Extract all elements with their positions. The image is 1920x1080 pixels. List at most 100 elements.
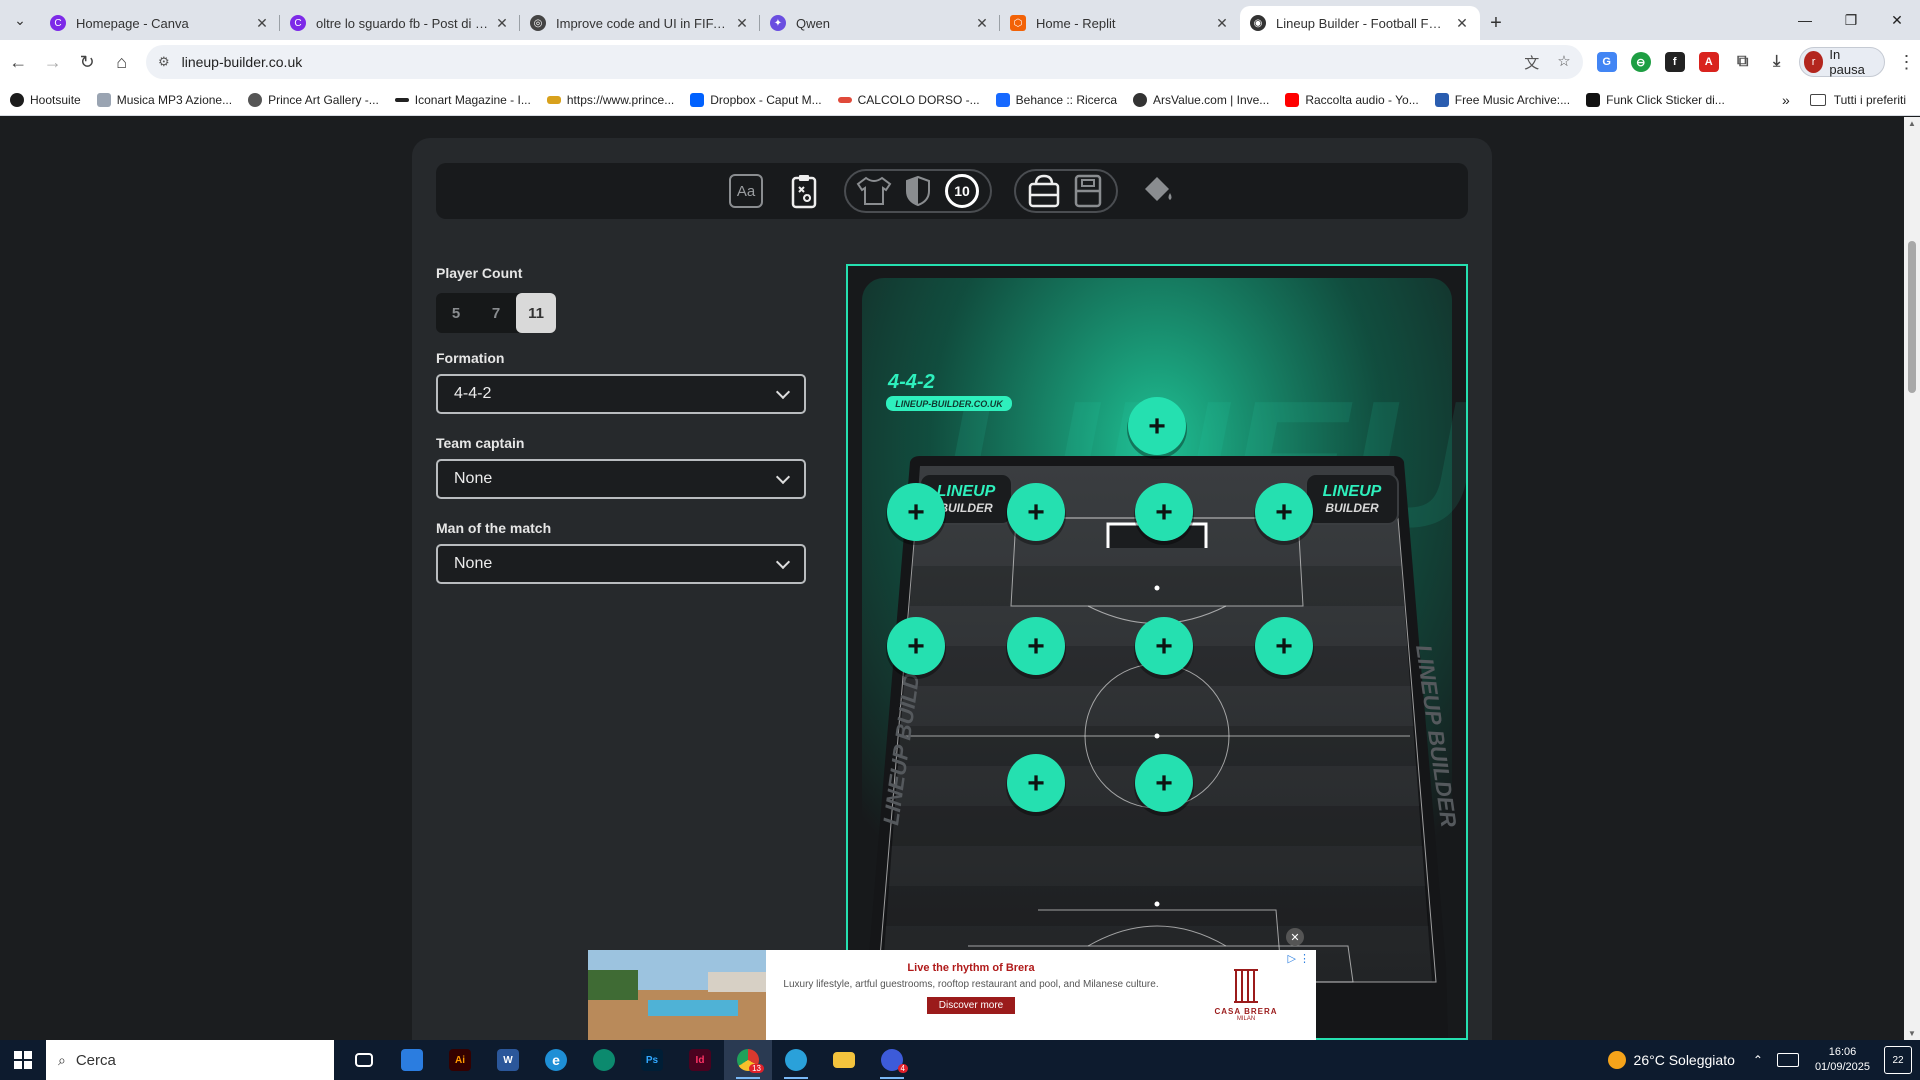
minimize-icon[interactable]: — bbox=[1782, 12, 1828, 28]
explorer-icon[interactable] bbox=[820, 1040, 868, 1080]
bookmark-item[interactable]: CALCOLO DORSO -... bbox=[837, 93, 980, 107]
bookmark-item[interactable]: Dropbox - Caput M... bbox=[690, 92, 822, 107]
taskbar-search[interactable]: ⌕ Cerca bbox=[46, 1040, 334, 1080]
green-extension-icon[interactable]: ⊖ bbox=[1630, 52, 1651, 72]
store-icon[interactable] bbox=[388, 1040, 436, 1080]
bookmark-star-icon[interactable]: ☆ bbox=[1557, 52, 1570, 73]
add-player-slot-4[interactable]: + bbox=[1134, 483, 1194, 545]
tab-improve-code[interactable]: ◎ Improve code and UI in FIFA sty ✕ bbox=[520, 6, 760, 40]
scroll-down-icon[interactable]: ▼ bbox=[1908, 1029, 1916, 1038]
browser-menu-icon[interactable]: ⋮ bbox=[1893, 52, 1920, 73]
text-style-icon[interactable]: Aa bbox=[728, 173, 764, 209]
tab-replit[interactable]: ⬡ Home - Replit ✕ bbox=[1000, 6, 1240, 40]
new-tab-button[interactable]: + bbox=[1480, 6, 1512, 40]
bookmark-item[interactable]: ArsValue.com | Inve... bbox=[1133, 92, 1269, 107]
notifications-icon[interactable]: 22 bbox=[1884, 1046, 1912, 1074]
board-line-2: BUILDER bbox=[939, 501, 993, 515]
ad-close-button[interactable]: ✕ bbox=[1286, 928, 1304, 946]
word-icon[interactable]: W bbox=[484, 1040, 532, 1080]
scroll-up-icon[interactable]: ▲ bbox=[1908, 119, 1916, 128]
tab-canva[interactable]: C Homepage - Canva ✕ bbox=[40, 6, 280, 40]
page-scrollbar[interactable]: ▲ ▼ bbox=[1904, 117, 1920, 1040]
tab-close-icon[interactable]: ✕ bbox=[254, 15, 270, 32]
badge-shield-icon[interactable] bbox=[900, 173, 936, 209]
site-info-icon[interactable]: ⚙ bbox=[158, 54, 170, 70]
bookmark-item[interactable]: Free Music Archive:... bbox=[1434, 92, 1570, 107]
home-icon[interactable]: ⌂ bbox=[105, 44, 137, 80]
bookmark-item[interactable]: Funk Click Sticker di... bbox=[1586, 92, 1725, 107]
add-player-slot-10[interactable]: + bbox=[1006, 754, 1066, 816]
add-player-slot-11[interactable]: + bbox=[1134, 754, 1194, 816]
puzzle-extensions-icon[interactable]: ⧉ bbox=[1732, 52, 1753, 72]
profile-button[interactable]: r In pausa bbox=[1798, 47, 1885, 77]
ad-discover-button[interactable]: Discover more bbox=[926, 997, 1016, 1014]
edge-icon[interactable] bbox=[580, 1040, 628, 1080]
photoshop-icon[interactable]: Ps bbox=[628, 1040, 676, 1080]
illustrator-icon[interactable]: Ai bbox=[436, 1040, 484, 1080]
tactics-board-icon[interactable] bbox=[786, 173, 822, 209]
bookmark-item[interactable]: https://www.prince... bbox=[546, 93, 674, 107]
adchoices-icon[interactable]: ▷ ⋮ bbox=[1287, 952, 1310, 965]
tab-search-icon[interactable]: ⌄ bbox=[0, 0, 40, 40]
outfield-kit-icon[interactable] bbox=[1070, 173, 1106, 209]
tab-close-icon[interactable]: ✕ bbox=[1454, 15, 1470, 32]
bookmark-item[interactable]: Iconart Magazine - I... bbox=[394, 93, 531, 107]
add-player-slot-1[interactable]: + bbox=[1127, 397, 1187, 459]
bookmark-item[interactable]: Hootsuite bbox=[10, 92, 81, 107]
bookmark-item[interactable]: Prince Art Gallery -... bbox=[248, 92, 379, 107]
bookmarks-overflow-icon[interactable]: » bbox=[1782, 92, 1790, 108]
player-count-5-button[interactable]: 5 bbox=[436, 293, 476, 333]
ie-icon[interactable]: e bbox=[532, 1040, 580, 1080]
translate-icon[interactable]: 文 bbox=[1524, 52, 1539, 73]
add-player-slot-2[interactable]: + bbox=[886, 483, 946, 545]
motm-select[interactable]: None bbox=[436, 544, 806, 584]
font-extension-icon[interactable]: f bbox=[1664, 52, 1685, 72]
close-window-icon[interactable]: ✕ bbox=[1874, 12, 1920, 29]
forward-icon[interactable]: → bbox=[36, 44, 68, 80]
tab-close-icon[interactable]: ✕ bbox=[1214, 15, 1230, 32]
tab-facebook-post[interactable]: C oltre lo sguardo fb - Post di Fac ✕ bbox=[280, 6, 520, 40]
restore-icon[interactable]: ❐ bbox=[1828, 12, 1874, 29]
tab-lineup-builder[interactable]: ◉ Lineup Builder - Football Forma ✕ bbox=[1240, 6, 1480, 40]
player-count-11-button[interactable]: 11 bbox=[516, 293, 556, 333]
back-icon[interactable]: ← bbox=[2, 44, 34, 80]
indesign-icon[interactable]: Id bbox=[676, 1040, 724, 1080]
tab-close-icon[interactable]: ✕ bbox=[494, 15, 510, 32]
download-icon[interactable]: ⤓ bbox=[1766, 52, 1787, 72]
bookmark-item[interactable]: Musica MP3 Azione... bbox=[96, 92, 232, 107]
tab-close-icon[interactable]: ✕ bbox=[974, 15, 990, 32]
tray-overflow-icon[interactable]: ⌃ bbox=[1753, 1053, 1763, 1067]
add-player-slot-9[interactable]: + bbox=[1254, 617, 1314, 679]
tab-qwen[interactable]: ✦ Qwen ✕ bbox=[760, 6, 1000, 40]
goalkeeper-kit-icon[interactable] bbox=[1026, 173, 1062, 209]
pdf-extension-icon[interactable]: A bbox=[1698, 52, 1719, 72]
add-player-slot-3[interactable]: + bbox=[1006, 483, 1066, 545]
reload-icon[interactable]: ↻ bbox=[71, 44, 103, 80]
team-captain-select[interactable]: None bbox=[436, 459, 806, 499]
address-bar[interactable]: ⚙ lineup-builder.co.uk 文 ☆ bbox=[145, 45, 1583, 79]
add-player-slot-8[interactable]: + bbox=[1134, 617, 1194, 679]
google-translate-extension-icon[interactable]: G bbox=[1596, 52, 1617, 72]
bookmark-item[interactable]: Behance :: Ricerca bbox=[995, 92, 1117, 107]
weather-text[interactable]: 26°C Soleggiato bbox=[1634, 1052, 1735, 1068]
paint-bucket-icon[interactable] bbox=[1140, 173, 1176, 209]
player-count-7-button[interactable]: 7 bbox=[476, 293, 516, 333]
number-ten-icon[interactable]: 10 bbox=[944, 173, 980, 209]
scrollbar-thumb[interactable] bbox=[1908, 241, 1916, 393]
taskbar-clock[interactable]: 16:06 01/09/2025 bbox=[1815, 1045, 1870, 1075]
keyboard-icon[interactable] bbox=[1776, 1053, 1799, 1067]
bookmark-item[interactable]: Raccolta audio - Yo... bbox=[1285, 92, 1419, 107]
all-bookmarks-button[interactable]: Tutti i preferiti bbox=[1809, 93, 1906, 107]
add-player-slot-7[interactable]: + bbox=[1006, 617, 1066, 679]
chrome-icon[interactable]: 13 bbox=[724, 1040, 772, 1080]
copilot-icon[interactable]: 4 bbox=[868, 1040, 916, 1080]
task-view-icon[interactable] bbox=[340, 1040, 388, 1080]
tab-close-icon[interactable]: ✕ bbox=[734, 15, 750, 32]
windows-start-icon[interactable] bbox=[0, 1040, 46, 1080]
formation-select[interactable]: 4-4-2 bbox=[436, 374, 806, 414]
add-player-slot-5[interactable]: + bbox=[1254, 483, 1314, 545]
ad-banner[interactable]: Live the rhythm of Brera Luxury lifestyl… bbox=[588, 950, 1316, 1040]
telegram-icon[interactable] bbox=[772, 1040, 820, 1080]
add-player-slot-6[interactable]: + bbox=[886, 617, 946, 679]
shirt-icon[interactable] bbox=[856, 173, 892, 209]
